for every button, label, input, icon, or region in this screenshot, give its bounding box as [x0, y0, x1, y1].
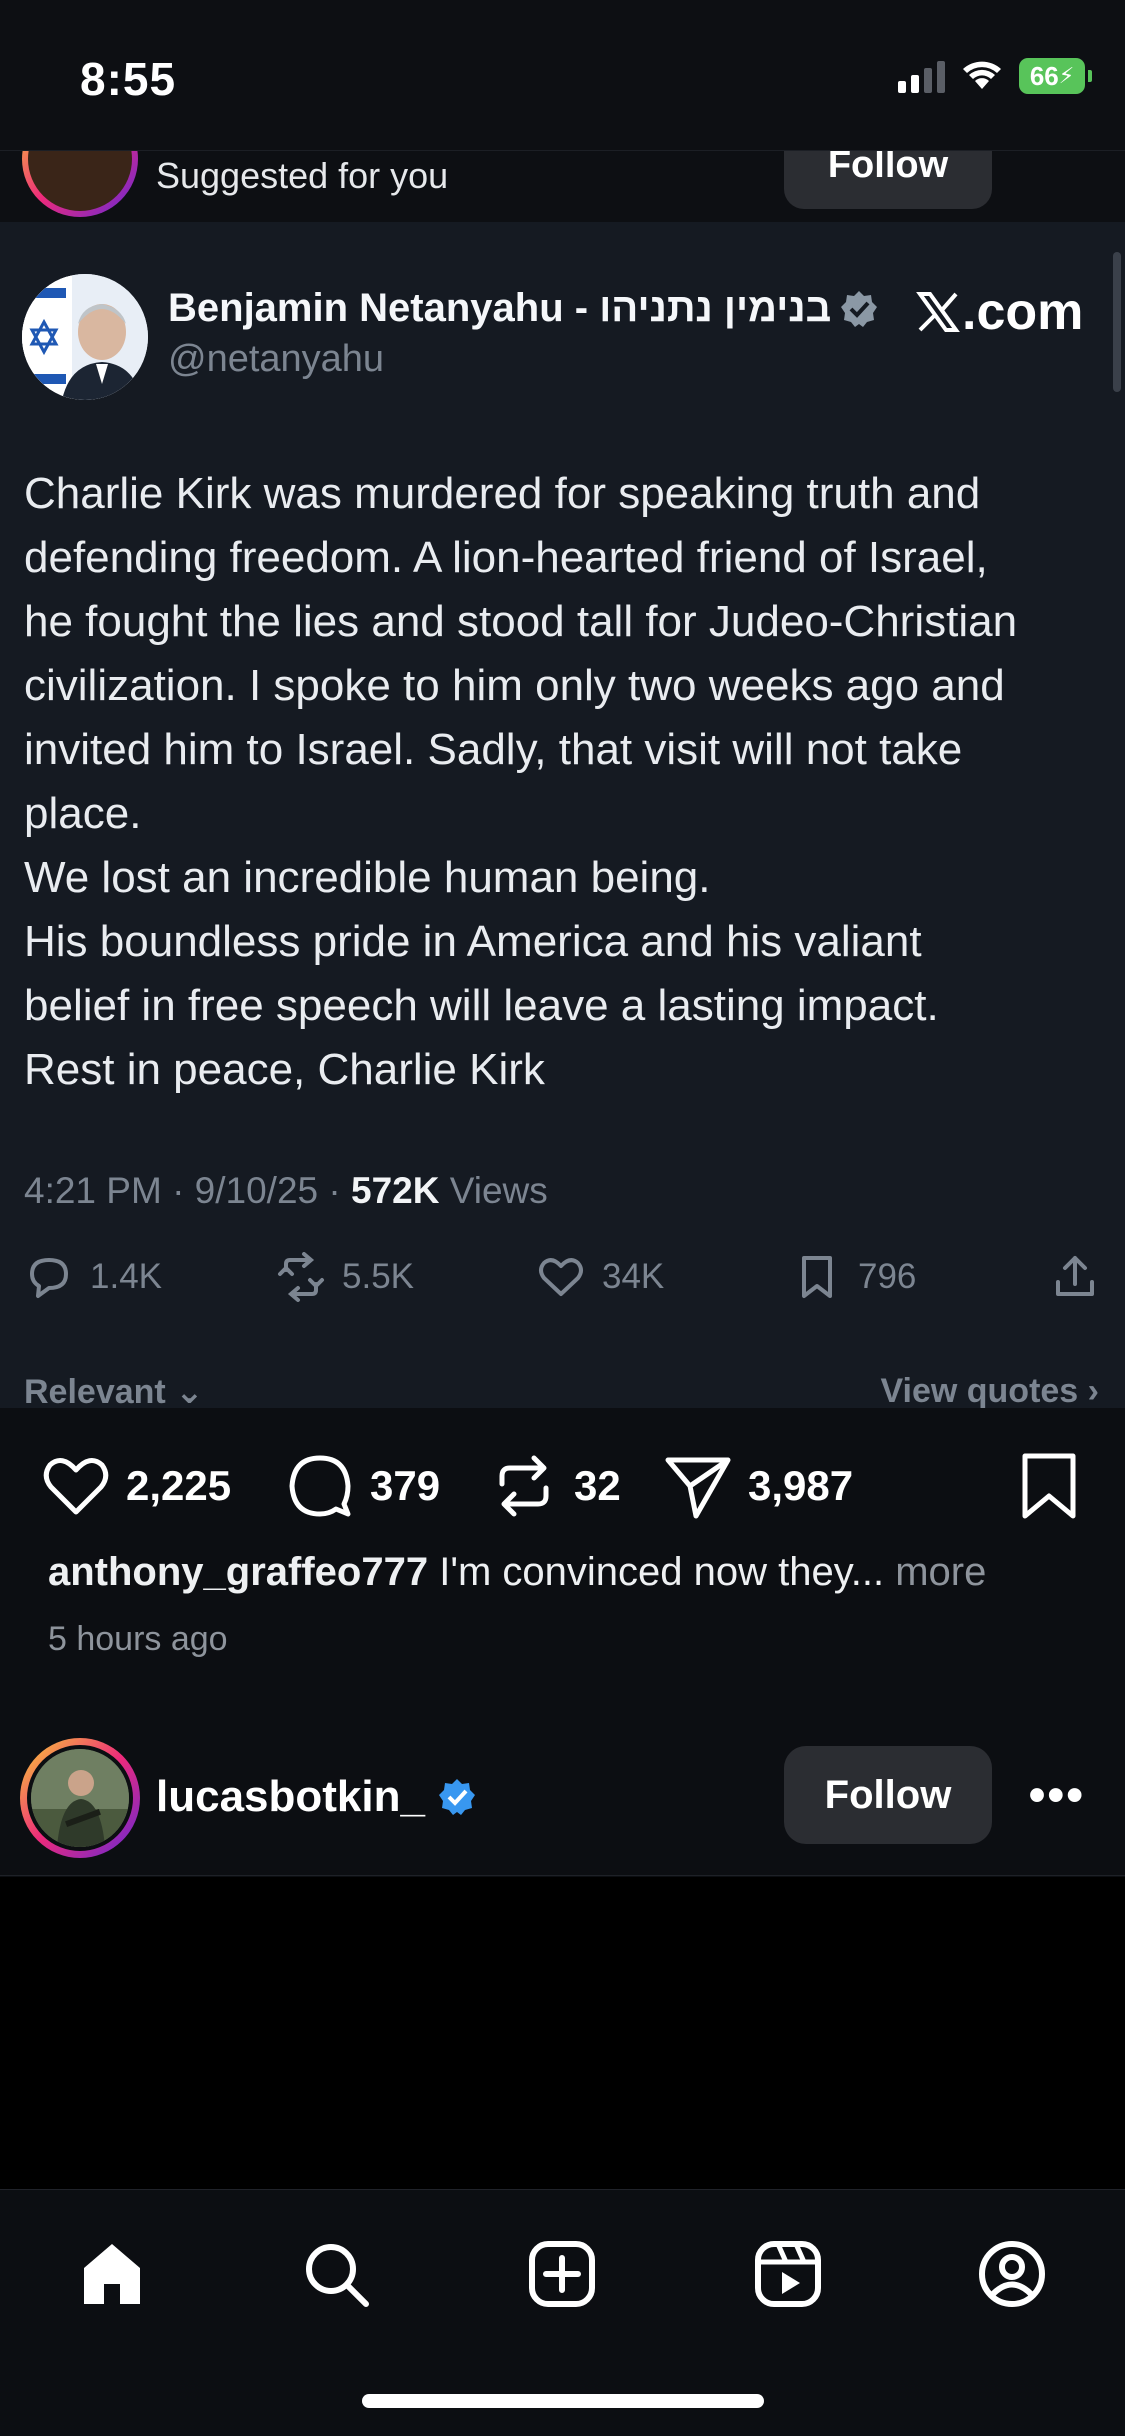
x-logo-icon [916, 292, 960, 332]
x-views-count: 572K [351, 1170, 440, 1211]
x-bookmark-count: 796 [858, 1257, 917, 1296]
share-icon [1056, 1256, 1094, 1296]
x-reply-count: 1.4K [90, 1257, 162, 1296]
reply-icon [30, 1258, 68, 1298]
x-body-line: invited him to Israel. Sadly, that visit… [24, 725, 963, 774]
status-icons: 66 ⚡ [898, 58, 1092, 94]
x-body-line: belief in free speech will leave a lasti… [24, 981, 939, 1030]
post-caption[interactable]: anthony_graffeo777 I'm convinced now the… [48, 1550, 986, 1595]
next-post-username-text[interactable]: lucasbotkin_ [156, 1772, 425, 1822]
next-post-username[interactable]: lucasbotkin_ [156, 1772, 477, 1822]
nav-search[interactable] [296, 2234, 376, 2314]
share-count: 3,987 [748, 1462, 854, 1509]
x-body-line: Rest in peace, Charlie Kirk [24, 1045, 545, 1094]
status-bar: 8:55 66 ⚡ [0, 0, 1125, 150]
x-like-action: 34K [536, 1252, 664, 1302]
more-options-icon[interactable]: ••• [1029, 1768, 1085, 1823]
x-views-label: Views [439, 1170, 548, 1211]
x-repost-action: 5.5K [276, 1252, 414, 1302]
x-share-action [1050, 1252, 1100, 1302]
post-image-x-screenshot[interactable]: Benjamin Netanyahu - בנימין נתניהו @neta… [0, 222, 1125, 1408]
bookmark-icon [802, 1256, 832, 1298]
like-button[interactable]: 2,225 [40, 1450, 231, 1522]
next-post-header: lucasbotkin_ Follow ••• [0, 1720, 1125, 1876]
battery-level: 66 [1029, 60, 1059, 91]
x-like-count: 34K [602, 1257, 665, 1296]
x-timestamp: 4:21 PM · 9/10/25 · [24, 1170, 352, 1211]
caption-username[interactable]: anthony_graffeo777 [48, 1550, 428, 1594]
caption-text: I'm convinced now they... [428, 1550, 896, 1594]
x-body-line: he fought the lies and stood tall for Ju… [24, 597, 1018, 646]
x-relevance-filter: Relevant ⌄ [24, 1372, 204, 1408]
repost-icon [278, 1252, 324, 1302]
status-time: 8:55 [80, 53, 177, 105]
x-author-name-text: Benjamin Netanyahu - בנימין נתניהו [168, 286, 832, 330]
profile-icon [979, 2241, 1045, 2307]
create-icon [529, 2241, 595, 2307]
repost-button[interactable]: 32 [488, 1450, 621, 1522]
verified-badge-icon [438, 1779, 475, 1815]
user-avatar[interactable] [27, 1745, 133, 1851]
x-repost-count: 5.5K [342, 1257, 414, 1296]
repost-count: 32 [574, 1462, 621, 1509]
home-icon [84, 2244, 140, 2304]
x-body-line: Charlie Kirk was murdered for speaking t… [24, 469, 981, 518]
nav-profile[interactable] [972, 2234, 1052, 2314]
x-scrollbar [1113, 252, 1121, 392]
send-icon [665, 1457, 731, 1519]
comment-button[interactable]: 379 [284, 1450, 440, 1522]
x-post-body: Charlie Kirk was murdered for speaking t… [24, 462, 1114, 1102]
wifi-icon [963, 61, 1001, 89]
x-watermark-text: .com [962, 283, 1084, 341]
repost-icon [499, 1455, 549, 1517]
x-action-bar: 1.4K 5.5K 34K 796 [24, 1252, 1104, 1312]
x-quotes-label: View quotes [880, 1372, 1079, 1408]
share-button[interactable]: 3,987 [662, 1450, 853, 1522]
search-icon [306, 2244, 369, 2307]
x-view-quotes: View quotes › [880, 1372, 1099, 1408]
x-body-line: civilization. I spoke to him only two we… [24, 661, 1005, 710]
nav-create[interactable] [522, 2234, 602, 2314]
comment-count: 379 [370, 1462, 441, 1509]
follow-button[interactable]: Follow [784, 1746, 992, 1844]
cellular-signal-icon [898, 59, 945, 93]
save-button[interactable] [1017, 1450, 1081, 1527]
x-post-meta: 4:21 PM · 9/10/25 · 572K Views [24, 1170, 548, 1212]
nav-reels[interactable] [748, 2234, 828, 2314]
home-indicator[interactable] [362, 2394, 764, 2408]
media-area [0, 1877, 1125, 2189]
x-body-line: place. [24, 789, 142, 838]
post-timestamp: 5 hours ago [48, 1620, 228, 1658]
comment-icon [289, 1455, 351, 1517]
battery-icon: 66 ⚡ [1019, 58, 1092, 94]
x-author-avatar [22, 274, 148, 400]
like-icon [539, 1258, 583, 1296]
like-count: 2,225 [126, 1462, 232, 1509]
story-ring[interactable] [20, 1738, 140, 1858]
x-body-line: defending freedom. A lion-hearted friend… [24, 533, 988, 582]
x-bookmark-action: 796 [792, 1252, 916, 1302]
nav-home[interactable] [72, 2234, 152, 2314]
suggested-post-header: Suggested for you Follow [0, 150, 1125, 222]
suggested-label: Suggested for you [156, 155, 449, 196]
x-author-handle: @netanyahu [168, 338, 385, 380]
reels-icon [755, 2241, 821, 2307]
x-filter-label: Relevant [24, 1373, 166, 1408]
caption-more-link[interactable]: more [895, 1550, 986, 1594]
x-body-line: We lost an incredible human being. [24, 853, 711, 902]
x-body-line: His boundless pride in America and his v… [24, 917, 922, 966]
x-watermark: .com [916, 282, 1083, 342]
bookmark-icon [1022, 1453, 1076, 1519]
heart-icon [43, 1458, 109, 1515]
verified-gray-badge-icon [841, 290, 878, 327]
x-author-name: Benjamin Netanyahu - בנימין נתניהו [168, 286, 879, 331]
x-reply-action: 1.4K [24, 1252, 162, 1302]
